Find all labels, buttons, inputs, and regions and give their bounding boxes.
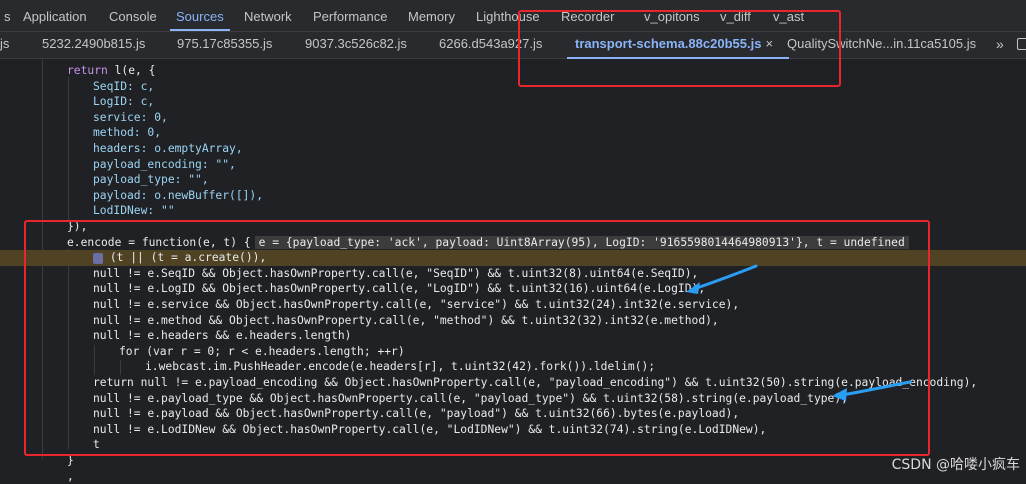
code-text: , <box>67 469 74 483</box>
code-text: headers: o.emptyArray, <box>93 142 243 155</box>
tab-sources[interactable]: Sources <box>170 0 230 31</box>
code-text: service: 0, <box>93 110 168 124</box>
code-line: LodIDNew: "" <box>0 203 1026 219</box>
file-tab-5232[interactable]: 5232.2490b815.js <box>42 32 145 58</box>
file-tab-js[interactable]: js <box>0 32 9 58</box>
devtools-panel-tabbar: s Application Console Sources Network Pe… <box>0 0 1026 32</box>
watermark: CSDN @哈喽小疯车 <box>891 457 1020 473</box>
code-line: service: 0, <box>0 110 1026 126</box>
code-text: payload: o.newBuffer([]), <box>93 188 264 202</box>
tab-application[interactable]: Application <box>23 0 87 31</box>
code-line: payload_type: "", <box>0 172 1026 188</box>
sidebar-toggle-icon[interactable] <box>1017 38 1026 50</box>
tab-memory[interactable]: Memory <box>408 0 455 31</box>
annotation-box-code <box>24 220 930 456</box>
code-line: method: 0, <box>0 125 1026 141</box>
code-text: LodIDNew: "" <box>93 204 175 218</box>
code-line: return l(e, { <box>0 63 1026 79</box>
code-text: return l(e, { <box>67 64 156 77</box>
tab-network[interactable]: Network <box>244 0 292 31</box>
code-text: payload_type: "", <box>93 173 209 187</box>
code-line: headers: o.emptyArray, <box>0 141 1026 157</box>
sources-file-tabbar: js 5232.2490b815.js 975.17c85355.js 9037… <box>0 32 1026 59</box>
code-text: l(e, { <box>114 64 156 77</box>
tab-performance[interactable]: Performance <box>313 0 387 31</box>
code-line: payload_encoding: "", <box>0 157 1026 173</box>
code-line: payload: o.newBuffer([]), <box>0 188 1026 204</box>
code-text: SeqID: c, <box>93 79 155 93</box>
tab-console[interactable]: Console <box>109 0 157 31</box>
code-text: payload_encoding: "", <box>93 157 236 171</box>
code-line: LogID: c, <box>0 94 1026 110</box>
code-text: LogID: c, <box>93 95 155 109</box>
annotation-box-tabs <box>518 10 841 87</box>
file-tab-975[interactable]: 975.17c85355.js <box>177 32 272 58</box>
code-line: SeqID: c, <box>0 79 1026 95</box>
tab-overflow-partial[interactable]: s <box>4 0 11 31</box>
file-tab-9037[interactable]: 9037.3c526c82.js <box>305 32 407 58</box>
code-text: method: 0, <box>93 126 162 140</box>
more-tabs-icon[interactable]: » <box>996 32 1004 56</box>
annotation-arrow-icon <box>686 264 758 294</box>
annotation-arrow-icon <box>832 380 912 401</box>
